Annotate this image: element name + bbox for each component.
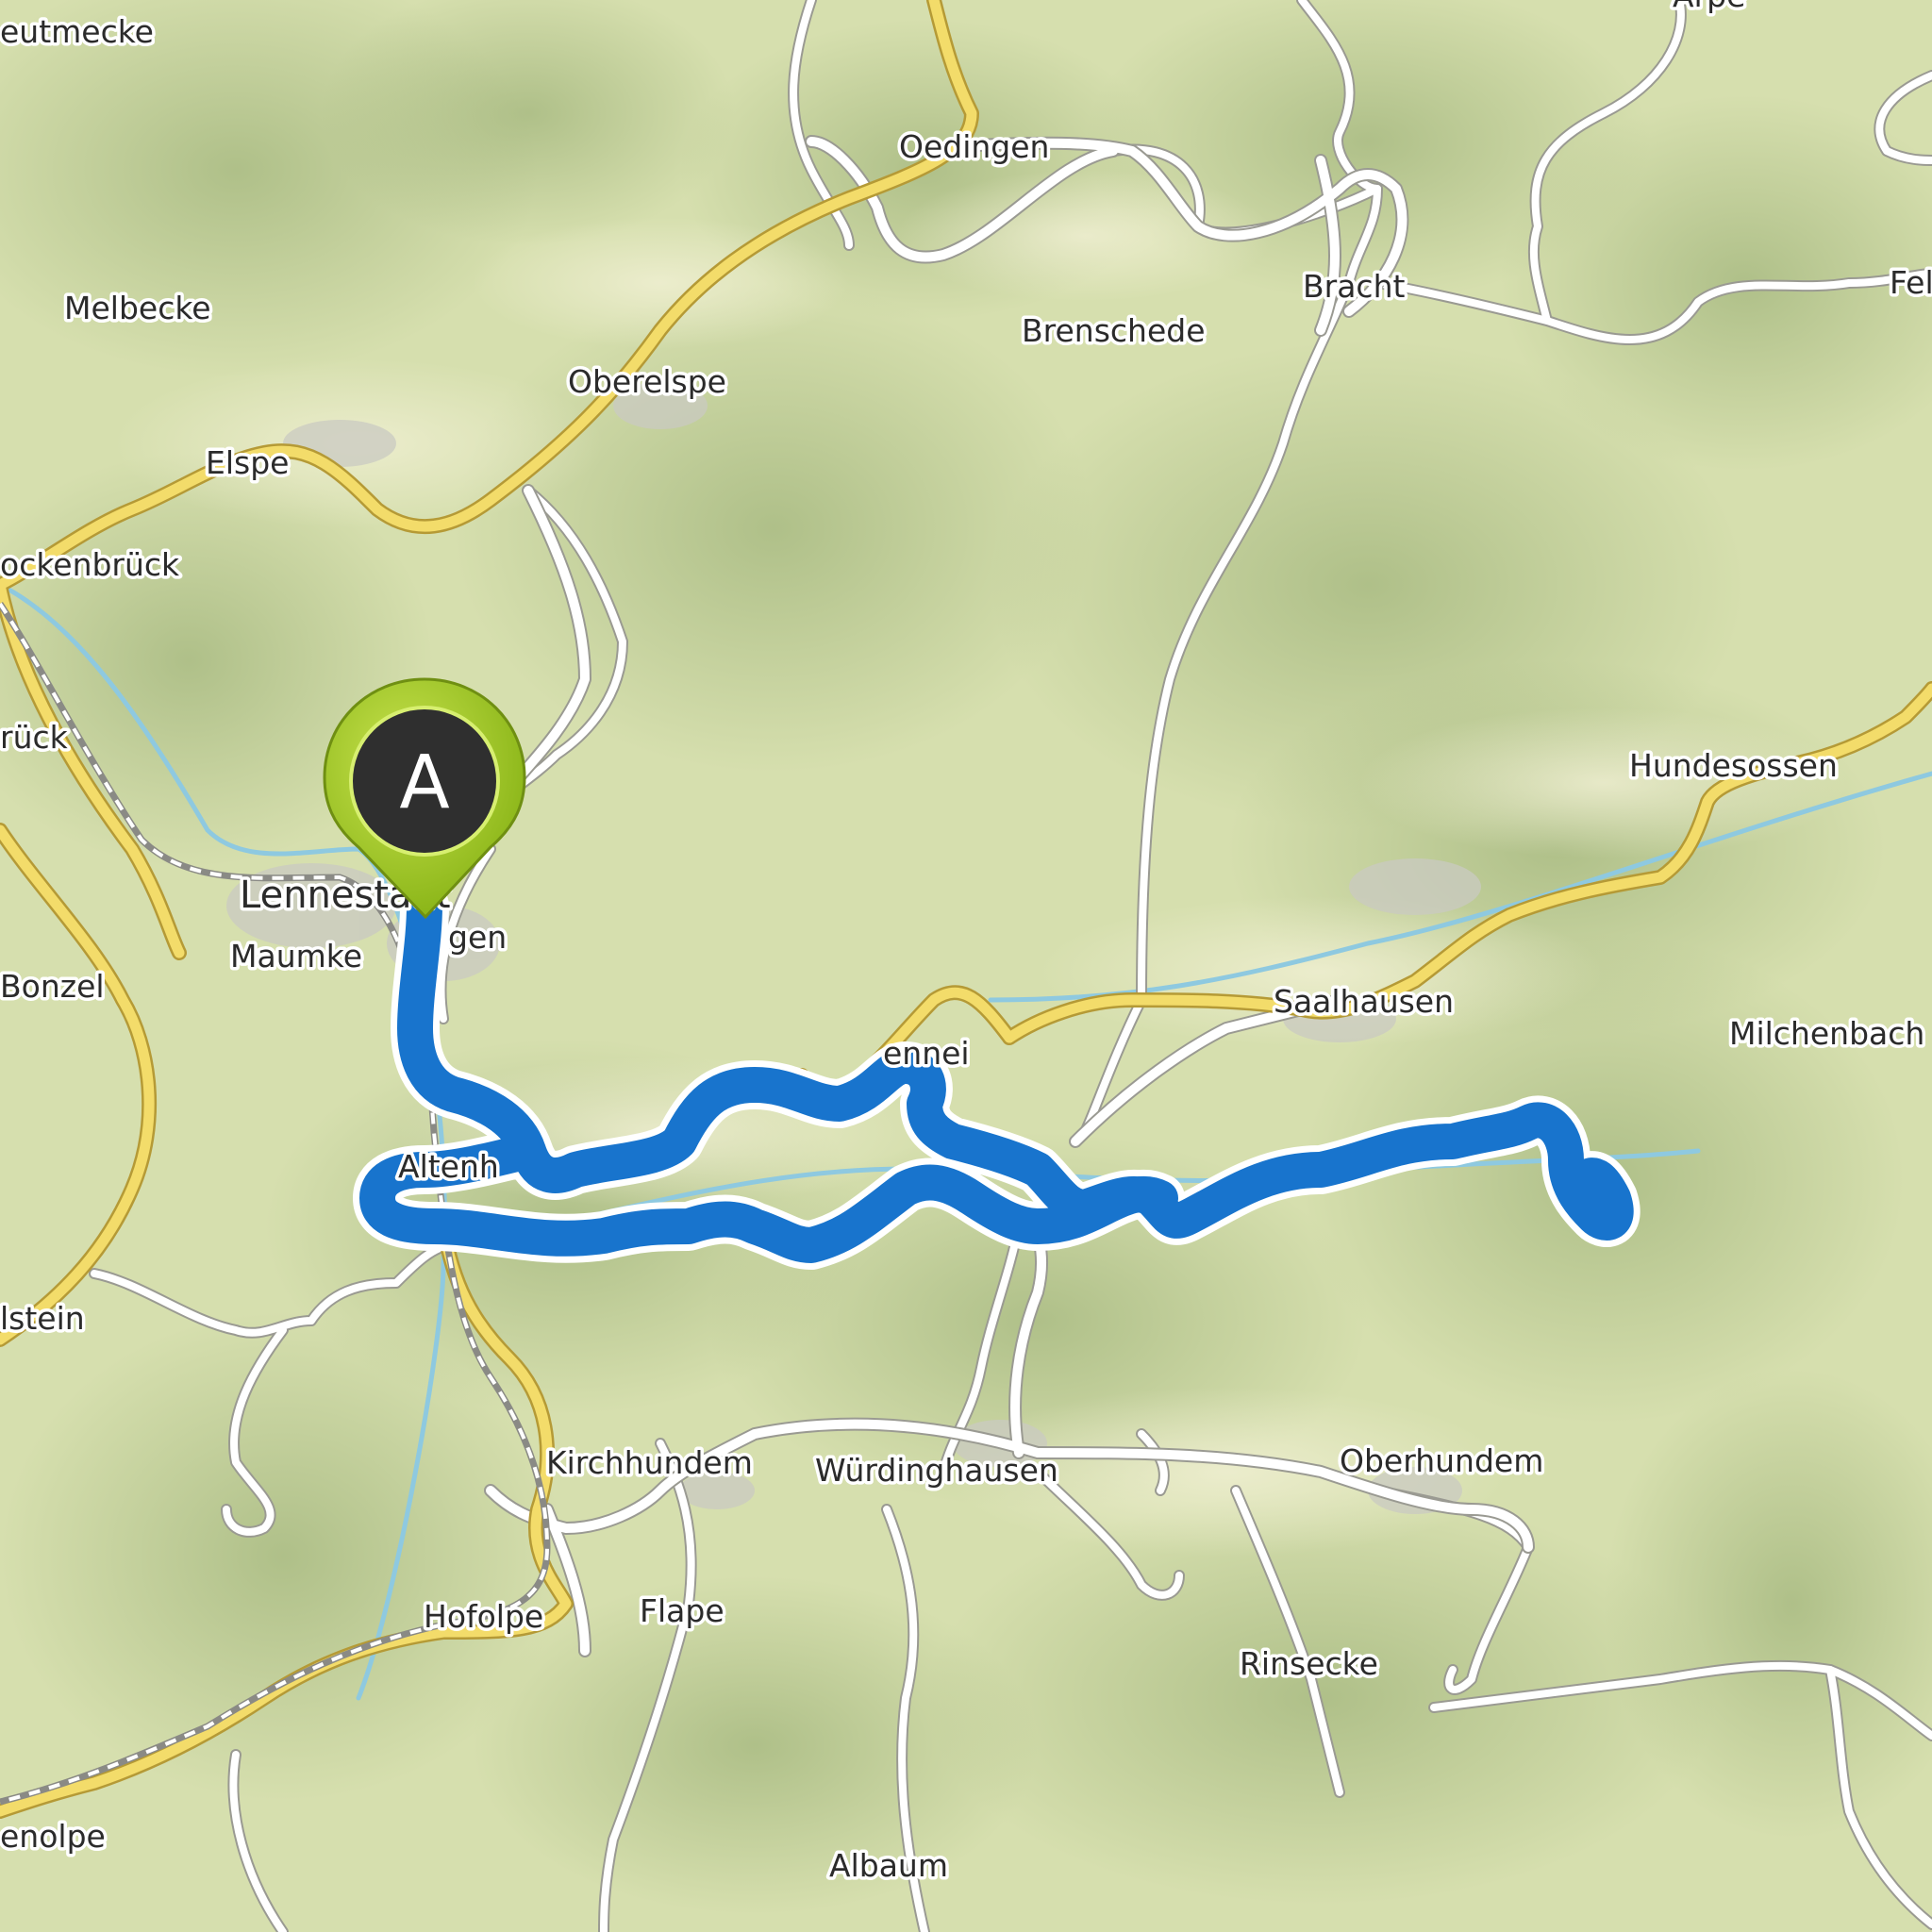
place-label-saalhausen: Saalhausen xyxy=(1274,983,1454,1020)
place-label-brueck: rück xyxy=(0,719,69,756)
place-label-lennei: ennei xyxy=(883,1035,970,1072)
start-marker-label: A xyxy=(399,741,449,825)
place-label-eutmecke: eutmecke xyxy=(0,13,154,50)
place-label-milchenbach: Milchenbach xyxy=(1729,1015,1924,1052)
place-label-brenschede: Brenschede xyxy=(1022,312,1206,349)
place-label-hofolpe: Hofolpe xyxy=(424,1598,543,1635)
place-label-enolpe: enolpe xyxy=(0,1818,106,1855)
place-label-bonzel: Bonzel xyxy=(0,968,105,1005)
place-label-maumke: Maumke xyxy=(230,938,362,974)
place-label-lstein: lstein xyxy=(0,1300,85,1337)
place-label-gen: gen xyxy=(448,919,507,956)
place-label-elspe: Elspe xyxy=(206,444,289,481)
place-label-wuerdinghausen: Würdinghausen xyxy=(815,1452,1058,1489)
place-label-fel: Fel xyxy=(1890,264,1932,301)
place-label-ockenbrueck: ockenbrück xyxy=(0,546,180,583)
place-label-flape: Flape xyxy=(640,1592,724,1629)
place-label-melbecke: Melbecke xyxy=(64,290,211,326)
place-label-hundesossen: Hundesossen xyxy=(1629,747,1838,784)
place-label-oedingen: Oedingen xyxy=(899,128,1049,165)
place-label-rinsecke: Rinsecke xyxy=(1240,1645,1378,1682)
place-label-albaum: Albaum xyxy=(829,1847,948,1884)
place-label-kirchhundem: Kirchhundem xyxy=(546,1444,753,1481)
place-label-altenh: Altenh xyxy=(398,1148,499,1185)
topographic-map[interactable]: eutmecke Arpe Oedingen Melbecke Bracht F… xyxy=(0,0,1932,1932)
place-label-oberelspe: Oberelspe xyxy=(568,363,726,400)
place-label-oberhundem: Oberhundem xyxy=(1340,1442,1543,1479)
place-label-bracht: Bracht xyxy=(1303,268,1405,305)
place-label-arpe: Arpe xyxy=(1673,0,1745,14)
